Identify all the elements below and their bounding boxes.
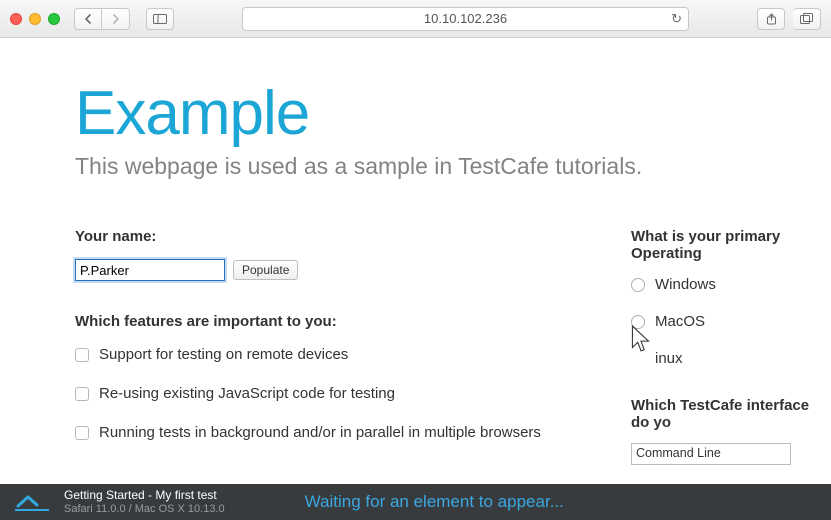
feature-label: Re-using existing JavaScript code for te… [99, 385, 395, 402]
back-button[interactable] [74, 8, 102, 30]
url-text: 10.10.102.236 [424, 11, 507, 26]
os-option[interactable]: Windows [631, 276, 831, 293]
tabs-button[interactable] [793, 8, 821, 30]
reload-icon[interactable]: ↻ [671, 11, 682, 27]
feature-item[interactable]: Re-using existing JavaScript code for te… [75, 385, 591, 402]
name-label: Your name: [75, 228, 591, 245]
zoom-window-icon[interactable] [48, 13, 60, 25]
test-env: Safari 11.0.0 / Mac OS X 10.13.0 [64, 503, 225, 516]
browser-chrome: 10.10.102.236 ↻ [0, 0, 831, 38]
os-option[interactable]: inux [631, 350, 831, 367]
feature-label: Support for testing on remote devices [99, 346, 348, 363]
nav-buttons [74, 8, 130, 30]
sidebar-button[interactable] [146, 8, 174, 30]
testcafe-info: Getting Started - My first test Safari 1… [64, 489, 225, 515]
checkbox-icon[interactable] [75, 348, 89, 362]
interface-select[interactable]: Command Line [631, 443, 791, 465]
interface-heading: Which TestCafe interface do yo [631, 397, 831, 431]
forward-button[interactable] [102, 8, 130, 30]
features-heading: Which features are important to you: [75, 313, 591, 330]
testcafe-logo-icon [14, 492, 50, 512]
checkbox-icon[interactable] [75, 387, 89, 401]
share-button[interactable] [757, 8, 785, 30]
populate-button[interactable]: Populate [233, 260, 298, 280]
test-status: Waiting for an element to appear... [305, 492, 564, 512]
radio-icon[interactable] [631, 278, 645, 292]
window-controls [10, 13, 60, 25]
feature-item[interactable]: Support for testing on remote devices [75, 346, 591, 363]
testcafe-bar: Getting Started - My first test Safari 1… [0, 484, 831, 520]
minimize-window-icon[interactable] [29, 13, 41, 25]
checkbox-icon[interactable] [75, 426, 89, 440]
os-heading: What is your primary Operating [631, 228, 831, 262]
page-content: Example This webpage is used as a sample… [0, 38, 831, 484]
feature-item[interactable]: Running tests in background and/or in pa… [75, 424, 591, 441]
page-title: Example [75, 78, 831, 149]
os-label: MacOS [655, 313, 705, 330]
page-subtitle: This webpage is used as a sample in Test… [75, 153, 831, 180]
test-title: Getting Started - My first test [64, 489, 225, 503]
os-label: inux [655, 350, 683, 367]
os-label: Windows [655, 276, 716, 293]
address-bar[interactable]: 10.10.102.236 ↻ [242, 7, 689, 31]
radio-icon[interactable] [631, 315, 645, 329]
feature-label: Running tests in background and/or in pa… [99, 424, 541, 441]
name-input[interactable] [75, 259, 225, 281]
close-window-icon[interactable] [10, 13, 22, 25]
os-option[interactable]: MacOS [631, 313, 831, 330]
